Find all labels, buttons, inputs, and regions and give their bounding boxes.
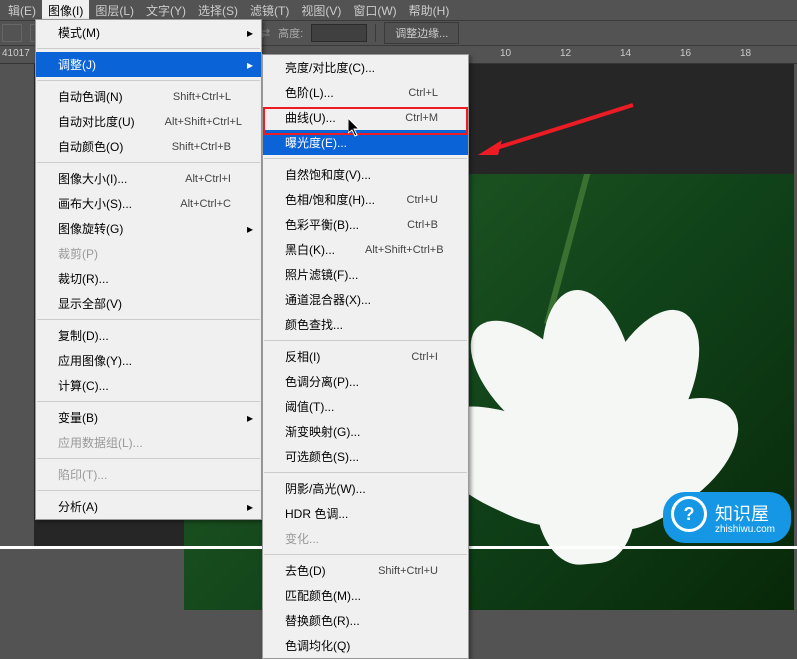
menu-type[interactable]: 文字(Y) — [140, 0, 192, 21]
mi-equalize[interactable]: 色调均化(Q) — [263, 633, 468, 658]
refine-edge-button[interactable]: 调整边缘... — [384, 22, 459, 44]
question-icon: ? — [671, 496, 707, 532]
mi-variables[interactable]: 变量(B)▸ — [36, 405, 261, 430]
mi-hue-saturation[interactable]: 色相/饱和度(H)...Ctrl+U — [263, 187, 468, 212]
chevron-right-icon: ▸ — [247, 26, 253, 40]
mi-variations: 变化... — [263, 526, 468, 551]
mi-crop: 裁剪(P) — [36, 241, 261, 266]
mi-desaturate[interactable]: 去色(D)Shift+Ctrl+U — [263, 558, 468, 583]
mi-channel-mixer[interactable]: 通道混合器(X)... — [263, 287, 468, 312]
mi-hdr-toning[interactable]: HDR 色调... — [263, 501, 468, 526]
menu-window[interactable]: 窗口(W) — [347, 0, 402, 21]
chevron-right-icon: ▸ — [247, 222, 253, 236]
mi-selective-color[interactable]: 可选颜色(S)... — [263, 444, 468, 469]
mi-black-white[interactable]: 黑白(K)...Alt+Shift+Ctrl+B — [263, 237, 468, 262]
mi-analysis[interactable]: 分析(A)▸ — [36, 494, 261, 519]
menu-edit[interactable]: 辑(E) — [2, 0, 42, 21]
badge-title: 知识屋 — [715, 504, 769, 524]
separator — [375, 24, 376, 42]
mi-calculations[interactable]: 计算(C)... — [36, 373, 261, 398]
adjustments-submenu: 亮度/对比度(C)... 色阶(L)...Ctrl+L 曲线(U)...Ctrl… — [262, 54, 469, 659]
mi-brightness-contrast[interactable]: 亮度/对比度(C)... — [263, 55, 468, 80]
badge-url: zhishiwu.com — [715, 524, 775, 535]
menu-filter[interactable]: 滤镜(T) — [244, 0, 295, 21]
mi-trap: 陷印(T)... — [36, 462, 261, 487]
mi-auto-tone[interactable]: 自动色调(N)Shift+Ctrl+L — [36, 84, 261, 109]
mi-mode[interactable]: 模式(M)▸ — [36, 20, 261, 45]
mi-exposure[interactable]: 曝光度(E)... — [263, 130, 468, 155]
mi-image-rotation[interactable]: 图像旋转(G)▸ — [36, 216, 261, 241]
mi-auto-color[interactable]: 自动颜色(O)Shift+Ctrl+B — [36, 134, 261, 159]
mi-threshold[interactable]: 阈值(T)... — [263, 394, 468, 419]
menubar: 辑(E) 图像(I) 图层(L) 文字(Y) 选择(S) 滤镜(T) 视图(V)… — [0, 0, 797, 20]
ruler-mark: 14 — [620, 48, 631, 59]
height-label: 高度: — [278, 25, 303, 41]
menu-layer[interactable]: 图层(L) — [89, 0, 140, 21]
mi-image-size[interactable]: 图像大小(I)...Alt+Ctrl+I — [36, 166, 261, 191]
mi-vibrance[interactable]: 自然饱和度(V)... — [263, 162, 468, 187]
mi-posterize[interactable]: 色调分离(P)... — [263, 369, 468, 394]
mi-color-balance[interactable]: 色彩平衡(B)...Ctrl+B — [263, 212, 468, 237]
tool-icon[interactable] — [2, 24, 22, 42]
image-menu: 模式(M)▸ 调整(J)▸ 自动色调(N)Shift+Ctrl+L 自动对比度(… — [35, 19, 262, 520]
ruler-mark: 10 — [500, 48, 511, 59]
mi-photo-filter[interactable]: 照片滤镜(F)... — [263, 262, 468, 287]
mi-curves[interactable]: 曲线(U)...Ctrl+M — [263, 105, 468, 130]
mi-trim[interactable]: 裁切(R)... — [36, 266, 261, 291]
mi-canvas-size[interactable]: 画布大小(S)...Alt+Ctrl+C — [36, 191, 261, 216]
mi-gradient-map[interactable]: 渐变映射(G)... — [263, 419, 468, 444]
mi-levels[interactable]: 色阶(L)...Ctrl+L — [263, 80, 468, 105]
mi-match-color[interactable]: 匹配颜色(M)... — [263, 583, 468, 608]
chevron-right-icon: ▸ — [247, 58, 253, 72]
mi-adjustments[interactable]: 调整(J)▸ — [36, 52, 261, 77]
menu-help[interactable]: 帮助(H) — [403, 0, 456, 21]
mi-auto-contrast[interactable]: 自动对比度(U)Alt+Shift+Ctrl+L — [36, 109, 261, 134]
ruler-mark: 18 — [740, 48, 751, 59]
mi-duplicate[interactable]: 复制(D)... — [36, 323, 261, 348]
ruler-mark: 16 — [680, 48, 691, 59]
mi-shadow-highlight[interactable]: 阴影/高光(W)... — [263, 476, 468, 501]
mi-apply-dataset: 应用数据组(L)... — [36, 430, 261, 455]
chevron-right-icon: ▸ — [247, 411, 253, 425]
mi-color-lookup[interactable]: 颜色查找... — [263, 312, 468, 337]
mi-replace-color[interactable]: 替换颜色(R)... — [263, 608, 468, 633]
mi-reveal-all[interactable]: 显示全部(V) — [36, 291, 261, 316]
mi-apply-image[interactable]: 应用图像(Y)... — [36, 348, 261, 373]
chevron-right-icon: ▸ — [247, 500, 253, 514]
menu-view[interactable]: 视图(V) — [295, 0, 347, 21]
ruler-mark: 41017 — [2, 48, 30, 59]
menu-image[interactable]: 图像(I) — [42, 0, 89, 21]
ruler-mark: 12 — [560, 48, 571, 59]
height-input[interactable] — [311, 24, 367, 42]
watermark-badge: ? 知识屋 zhishiwu.com — [663, 492, 791, 543]
menu-select[interactable]: 选择(S) — [192, 0, 244, 21]
mi-invert[interactable]: 反相(I)Ctrl+I — [263, 344, 468, 369]
